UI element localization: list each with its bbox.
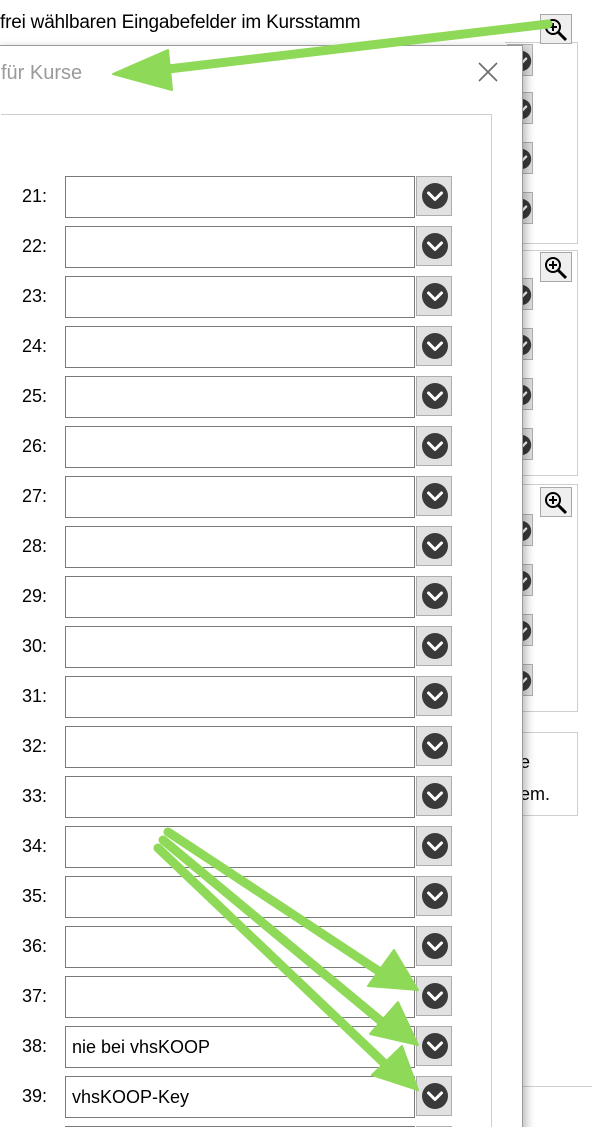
field-dropdown-button[interactable] — [416, 226, 452, 266]
close-button[interactable] — [468, 54, 508, 90]
chevron-down-icon — [422, 833, 448, 859]
field-label: 32: — [21, 736, 47, 756]
field-input[interactable] — [65, 476, 415, 518]
field-input[interactable] — [65, 576, 415, 618]
field-label: 37: — [21, 986, 47, 1006]
chevron-down-icon — [422, 633, 448, 659]
chevron-down-icon — [422, 883, 448, 909]
field-input[interactable] — [65, 626, 415, 668]
background-side-text-2: em. — [520, 784, 551, 804]
field-input[interactable] — [65, 226, 415, 268]
field-dropdown-button[interactable] — [416, 876, 452, 916]
field-label: 22: — [21, 236, 47, 256]
field-dropdown-button[interactable] — [416, 826, 452, 866]
field-dropdown-button[interactable] — [416, 526, 452, 566]
field-input[interactable] — [65, 276, 415, 318]
field-input[interactable] — [65, 376, 415, 418]
field-label: 31: — [21, 686, 47, 706]
field-input[interactable] — [65, 326, 415, 368]
field-input[interactable] — [65, 876, 415, 918]
field-input[interactable] — [65, 976, 415, 1018]
field-label: 33: — [21, 786, 47, 806]
chevron-down-icon — [422, 483, 448, 509]
zoom-in-icon — [545, 257, 568, 280]
field-input[interactable] — [65, 676, 415, 718]
field-input[interactable]: vhsKOOP-Key — [65, 1076, 415, 1118]
chevron-down-icon — [422, 233, 448, 259]
field-label: 38: — [21, 1036, 47, 1056]
field-dropdown-button[interactable] — [416, 176, 452, 216]
field-label: 27: — [21, 486, 47, 506]
field-input[interactable] — [65, 926, 415, 968]
field-dropdown-button[interactable] — [416, 676, 452, 716]
settings-dialog: für Kurse 21: 22: 23: 24: 25: 26: 27: 28: 29: 30:… — [0, 45, 523, 1127]
field-dropdown-button[interactable] — [416, 976, 452, 1016]
fields-panel: 21: 22: 23: 24: 25: 26: 27: 28: 29: 30: 31: 32: 33: 3… — [1, 114, 492, 1127]
chevron-down-icon — [422, 583, 448, 609]
field-label: 29: — [21, 586, 47, 606]
field-dropdown-button[interactable] — [416, 626, 452, 666]
field-dropdown-button[interactable] — [416, 926, 452, 966]
field-input[interactable] — [65, 726, 415, 768]
field-label: 21: — [21, 186, 47, 206]
field-input[interactable] — [65, 426, 415, 468]
zoom-button-1[interactable] — [540, 14, 572, 44]
field-dropdown-button[interactable] — [416, 476, 452, 516]
field-dropdown-button[interactable] — [416, 1076, 452, 1116]
chevron-down-icon — [422, 733, 448, 759]
field-label: 25: — [21, 386, 47, 406]
field-label: 39: — [21, 1086, 47, 1106]
field-dropdown-button[interactable] — [416, 726, 452, 766]
field-label: 36: — [21, 936, 47, 956]
field-input[interactable] — [65, 776, 415, 818]
field-label: 35: — [21, 886, 47, 906]
field-input[interactable] — [65, 526, 415, 568]
zoom-in-icon — [545, 492, 568, 515]
chevron-down-icon — [422, 333, 448, 359]
field-label: 34: — [21, 836, 47, 856]
field-label: 30: — [21, 636, 47, 656]
field-dropdown-button[interactable] — [416, 576, 452, 616]
chevron-down-icon — [422, 533, 448, 559]
close-icon — [478, 62, 498, 82]
screenshot-stage: frei wählbaren Eingabefelder im Kursstam… — [0, 0, 592, 1127]
chevron-down-icon — [422, 433, 448, 459]
field-dropdown-button[interactable] — [416, 326, 452, 366]
chevron-down-icon — [422, 783, 448, 809]
chevron-down-icon — [422, 383, 448, 409]
field-input[interactable]: nie bei vhsKOOP — [65, 1026, 415, 1068]
field-dropdown-button[interactable] — [416, 376, 452, 416]
chevron-down-icon — [422, 933, 448, 959]
chevron-down-icon — [422, 1083, 448, 1109]
background-window-title: frei wählbaren Eingabefelder im Kursstam… — [0, 12, 361, 33]
chevron-down-icon — [422, 183, 448, 209]
field-label: 28: — [21, 536, 47, 556]
field-input[interactable] — [65, 176, 415, 218]
zoom-button-3[interactable] — [540, 487, 572, 517]
field-dropdown-button[interactable] — [416, 776, 452, 816]
chevron-down-icon — [422, 283, 448, 309]
chevron-down-icon — [422, 1033, 448, 1059]
chevron-down-icon — [422, 983, 448, 1009]
field-label: 24: — [21, 336, 47, 356]
field-dropdown-button[interactable] — [416, 276, 452, 316]
field-label: 26: — [21, 436, 47, 456]
zoom-button-2[interactable] — [540, 252, 572, 282]
field-dropdown-button[interactable] — [416, 1026, 452, 1066]
field-input[interactable] — [65, 826, 415, 868]
chevron-down-icon — [422, 683, 448, 709]
background-divider — [520, 1086, 592, 1087]
dialog-title: für Kurse — [1, 62, 83, 84]
field-label: 23: — [21, 286, 47, 306]
field-dropdown-button[interactable] — [416, 426, 452, 466]
zoom-in-icon — [545, 19, 568, 42]
